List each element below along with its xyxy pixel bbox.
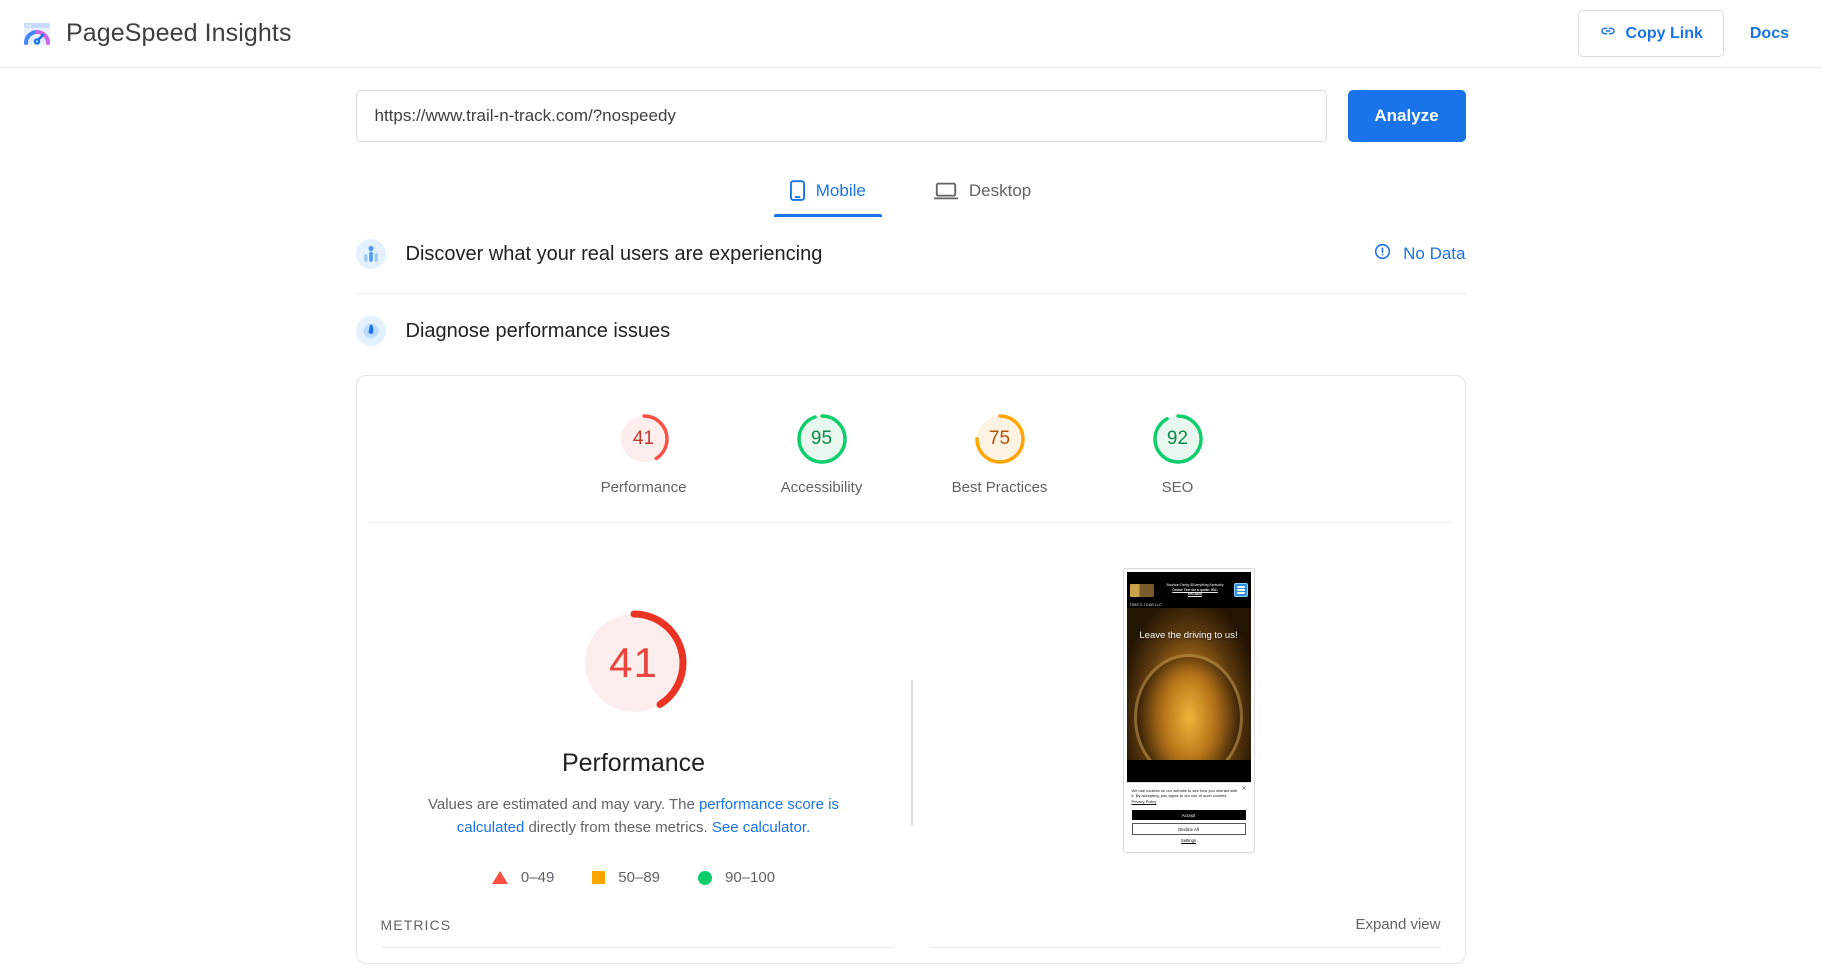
field-data-section: Discover what your real users are experi… — [355, 217, 1466, 294]
url-input[interactable] — [355, 90, 1327, 142]
real-users-icon — [355, 239, 386, 269]
brand: PageSpeed Insights — [22, 19, 292, 49]
performance-detail: 41 Performance Values are estimated and … — [357, 523, 1465, 886]
gauge-performance-value: 41 — [609, 639, 658, 686]
cookie-consent-banner: ✕ We use cookies on our website to see h… — [1126, 781, 1251, 849]
tab-desktop-label: Desktop — [968, 180, 1032, 200]
score-best-practices[interactable]: 75 Best Practices — [942, 411, 1058, 496]
copy-link-button[interactable]: Copy Link — [1577, 10, 1724, 57]
site-logo-icon — [1129, 583, 1154, 597]
metrics-title: METRICS — [380, 916, 452, 933]
legend-range-average: 50–89 — [618, 869, 661, 886]
header-actions: Copy Link Docs — [1577, 10, 1799, 57]
pagespeed-logo-icon — [22, 19, 52, 49]
tab-mobile-label: Mobile — [815, 180, 866, 200]
metrics-column-left — [380, 947, 892, 963]
estimate-prefix: Values are estimated and may vary. The — [427, 796, 699, 813]
analyze-button[interactable]: Analyze — [1347, 90, 1466, 142]
lighthouse-icon — [355, 316, 386, 346]
expand-view-button[interactable]: Expand view — [1355, 916, 1440, 933]
thumbnail-inner: Bourbon Derby &Everything Kentucky Onlin… — [1126, 572, 1251, 849]
site-header-line2: Online Text for a quote: 502- — [1172, 587, 1218, 592]
privacy-policy-link: Privacy Policy — [1131, 799, 1157, 805]
docs-link[interactable]: Docs — [1750, 25, 1799, 43]
analyze-form: Analyze — [355, 90, 1466, 142]
metrics-column-right — [929, 947, 1441, 963]
cookie-decline-button: Decline All — [1131, 823, 1246, 835]
performance-gauge-block: 41 Performance Values are estimated and … — [357, 563, 911, 886]
score-seo[interactable]: 92 SEO — [1120, 411, 1236, 496]
score-accessibility[interactable]: 95 Accessibility — [764, 411, 880, 496]
legend-range-poor: 0–49 — [520, 869, 555, 886]
legend-item-good: 90–100 — [698, 869, 775, 886]
triangle-icon — [491, 871, 508, 884]
score-performance-label: Performance — [600, 479, 687, 496]
lab-data-section: Diagnose performance issues — [355, 294, 1466, 370]
score-accessibility-label: Accessibility — [780, 479, 863, 496]
metrics-columns — [357, 933, 1465, 963]
score-performance-value: 41 — [632, 428, 655, 449]
see-calculator-link[interactable]: See calculator. — [712, 819, 810, 836]
legend-item-average: 50–89 — [592, 869, 660, 886]
score-accessibility-value: 95 — [810, 428, 833, 449]
gauge-performance-small: 41 — [616, 411, 672, 467]
page-body: Analyze Mobile — [0, 68, 1821, 964]
cookie-text-body: We use cookies on our website to see how… — [1131, 787, 1238, 799]
device-tabs: Mobile Desktop — [356, 170, 1466, 217]
estimate-disclaimer: Values are estimated and may vary. The p… — [414, 794, 854, 839]
page-screenshot-thumbnail: Bourbon Derby &Everything Kentucky Onlin… — [1122, 568, 1255, 853]
app-title: PageSpeed Insights — [66, 19, 292, 47]
score-best-practices-label: Best Practices — [951, 479, 1048, 496]
site-header-line3: 690-8828 — [1187, 592, 1203, 597]
mobile-phone-icon — [789, 180, 805, 201]
lab-data-title: Diagnose performance issues — [405, 319, 671, 342]
score-best-practices-value: 75 — [988, 428, 1011, 449]
tab-mobile[interactable]: Mobile — [773, 170, 882, 217]
info-icon — [1374, 243, 1391, 265]
app-header: PageSpeed Insights Copy Link Docs — [0, 0, 1821, 68]
field-data-status[interactable]: No Data — [1374, 243, 1466, 265]
cookie-consent-text: We use cookies on our website to see how… — [1132, 788, 1246, 805]
content-container: Analyze Mobile — [355, 68, 1466, 964]
site-header-text: Bourbon Derby &Everything Kentucky Onlin… — [1157, 583, 1234, 597]
thumbnail-hero: Leave the driving to us! — [1126, 608, 1251, 760]
site-header-line1: Bourbon Derby &Everything Kentucky — [1166, 583, 1224, 588]
laptop-icon — [933, 181, 958, 201]
performance-heading: Performance — [561, 749, 706, 777]
tab-desktop[interactable]: Desktop — [918, 170, 1047, 217]
hamburger-menu-icon — [1233, 583, 1248, 597]
metrics-header: METRICS Expand view — [357, 886, 1465, 933]
circle-icon — [698, 870, 713, 885]
results-card: 41 Performance 95 Accessibility 75 Best … — [355, 375, 1466, 964]
gauge-performance-large: 41 — [574, 603, 694, 723]
legend-range-good: 90–100 — [725, 869, 776, 886]
square-icon — [592, 871, 606, 884]
thumbnail-site-header: Bourbon Derby &Everything Kentucky Onlin… — [1126, 572, 1251, 608]
gauge-seo-small: 92 — [1150, 411, 1206, 467]
score-legend: 0–49 50–89 90–100 — [491, 869, 775, 886]
hero-title: Leave the driving to us! — [1139, 630, 1238, 641]
copy-link-label: Copy Link — [1625, 24, 1703, 42]
gauge-accessibility-small: 95 — [794, 411, 850, 467]
close-icon: ✕ — [1241, 785, 1247, 792]
category-score-strip: 41 Performance 95 Accessibility 75 Best … — [368, 376, 1453, 523]
score-seo-label: SEO — [1161, 479, 1194, 496]
link-icon — [1599, 22, 1617, 45]
cookie-settings-link: Settings — [1180, 838, 1197, 843]
gauge-best-practices-small: 75 — [972, 411, 1028, 467]
estimate-middle: directly from these metrics. — [524, 818, 712, 836]
cookie-accept-button: Accept — [1131, 810, 1246, 820]
score-performance[interactable]: 41 Performance — [586, 411, 702, 496]
legend-item-poor: 0–49 — [491, 869, 555, 886]
field-data-title: Discover what your real users are experi… — [405, 242, 823, 265]
no-data-label: No Data — [1403, 244, 1466, 263]
screenshot-block: Bourbon Derby &Everything Kentucky Onlin… — [913, 563, 1465, 886]
score-seo-value: 92 — [1166, 428, 1189, 449]
site-brand-text: TOBY'S TOUR LLC — [1129, 603, 1162, 607]
